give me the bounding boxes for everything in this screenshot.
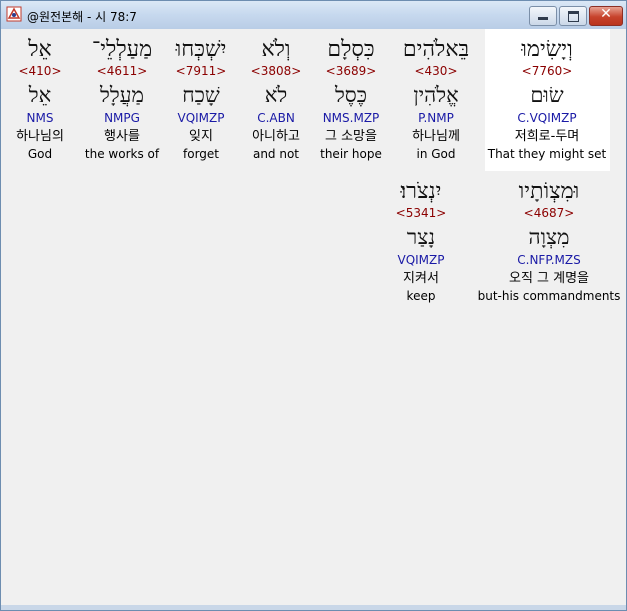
word-column[interactable]: אֵל <410> אֵל NMS 하나님의 God xyxy=(0,34,100,162)
maximize-button[interactable] xyxy=(559,6,587,26)
english-gloss: God xyxy=(27,147,53,161)
minimize-icon xyxy=(538,17,548,20)
app-window: @원전본해 - 시 78:7 ✕ וְיָשִׂימוּ <7760> שׂוּ… xyxy=(0,0,627,611)
maximize-icon xyxy=(568,11,579,22)
hebrew-word: יִנְצֹרוּ׃ xyxy=(400,179,442,204)
morphology-code[interactable]: NMS xyxy=(0,108,100,128)
hebrew-lemma: שׂוּם xyxy=(530,83,564,107)
morphology-code[interactable]: C.VQIMZP xyxy=(487,108,607,128)
close-button[interactable]: ✕ xyxy=(589,6,623,26)
hebrew-lemma: מִצְוָה xyxy=(528,225,570,249)
minimize-button[interactable] xyxy=(529,6,557,26)
word-column[interactable]: וְיָשִׂימוּ <7760> שׂוּם C.VQIMZP 저희로-두며… xyxy=(487,34,607,162)
hebrew-word: וּמִצְוֹתָיו xyxy=(518,179,580,204)
close-icon: ✕ xyxy=(600,6,612,22)
hebrew-lemma: נָצַר xyxy=(406,225,436,249)
hebrew-word: אֵל xyxy=(28,37,52,62)
morphology-code[interactable]: C.NFP.MZS xyxy=(477,250,621,270)
hebrew-lemma: אֵל xyxy=(28,83,52,107)
strong-number[interactable]: <410> xyxy=(0,62,100,80)
strong-number[interactable]: <4687> xyxy=(477,204,621,222)
english-gloss: keep xyxy=(406,289,436,303)
window-title: @원전본해 - 시 78:7 xyxy=(27,10,137,24)
word-column[interactable]: וּמִצְוֹתָיו <4687> מִצְוָה C.NFP.MZS 오직… xyxy=(477,176,621,304)
title-bar[interactable]: @원전본해 - 시 78:7 ✕ xyxy=(1,1,626,29)
word-column[interactable]: יִנְצֹרוּ׃ <5341> נָצַר VQIMZP 지켜서 keep xyxy=(361,176,481,304)
korean-gloss: 하나님의 xyxy=(16,129,64,144)
app-logo-icon xyxy=(6,6,22,22)
korean-gloss: 저희로-두며 xyxy=(514,129,580,144)
korean-gloss: 지켜서 xyxy=(403,271,439,286)
strong-number[interactable]: <7760> xyxy=(487,62,607,80)
interlinear-panel: וְיָשִׂימוּ <7760> שׂוּם C.VQIMZP 저희로-두며… xyxy=(5,29,623,605)
english-gloss: but-his commandments xyxy=(477,289,621,303)
window-bottom-border xyxy=(1,605,626,610)
english-gloss: That they might set xyxy=(487,147,607,161)
hebrew-word: וְיָשִׂימוּ xyxy=(521,37,573,62)
strong-number[interactable]: <5341> xyxy=(361,204,481,222)
korean-gloss: 오직 그 계명을 xyxy=(508,271,590,286)
morphology-code[interactable]: VQIMZP xyxy=(361,250,481,270)
